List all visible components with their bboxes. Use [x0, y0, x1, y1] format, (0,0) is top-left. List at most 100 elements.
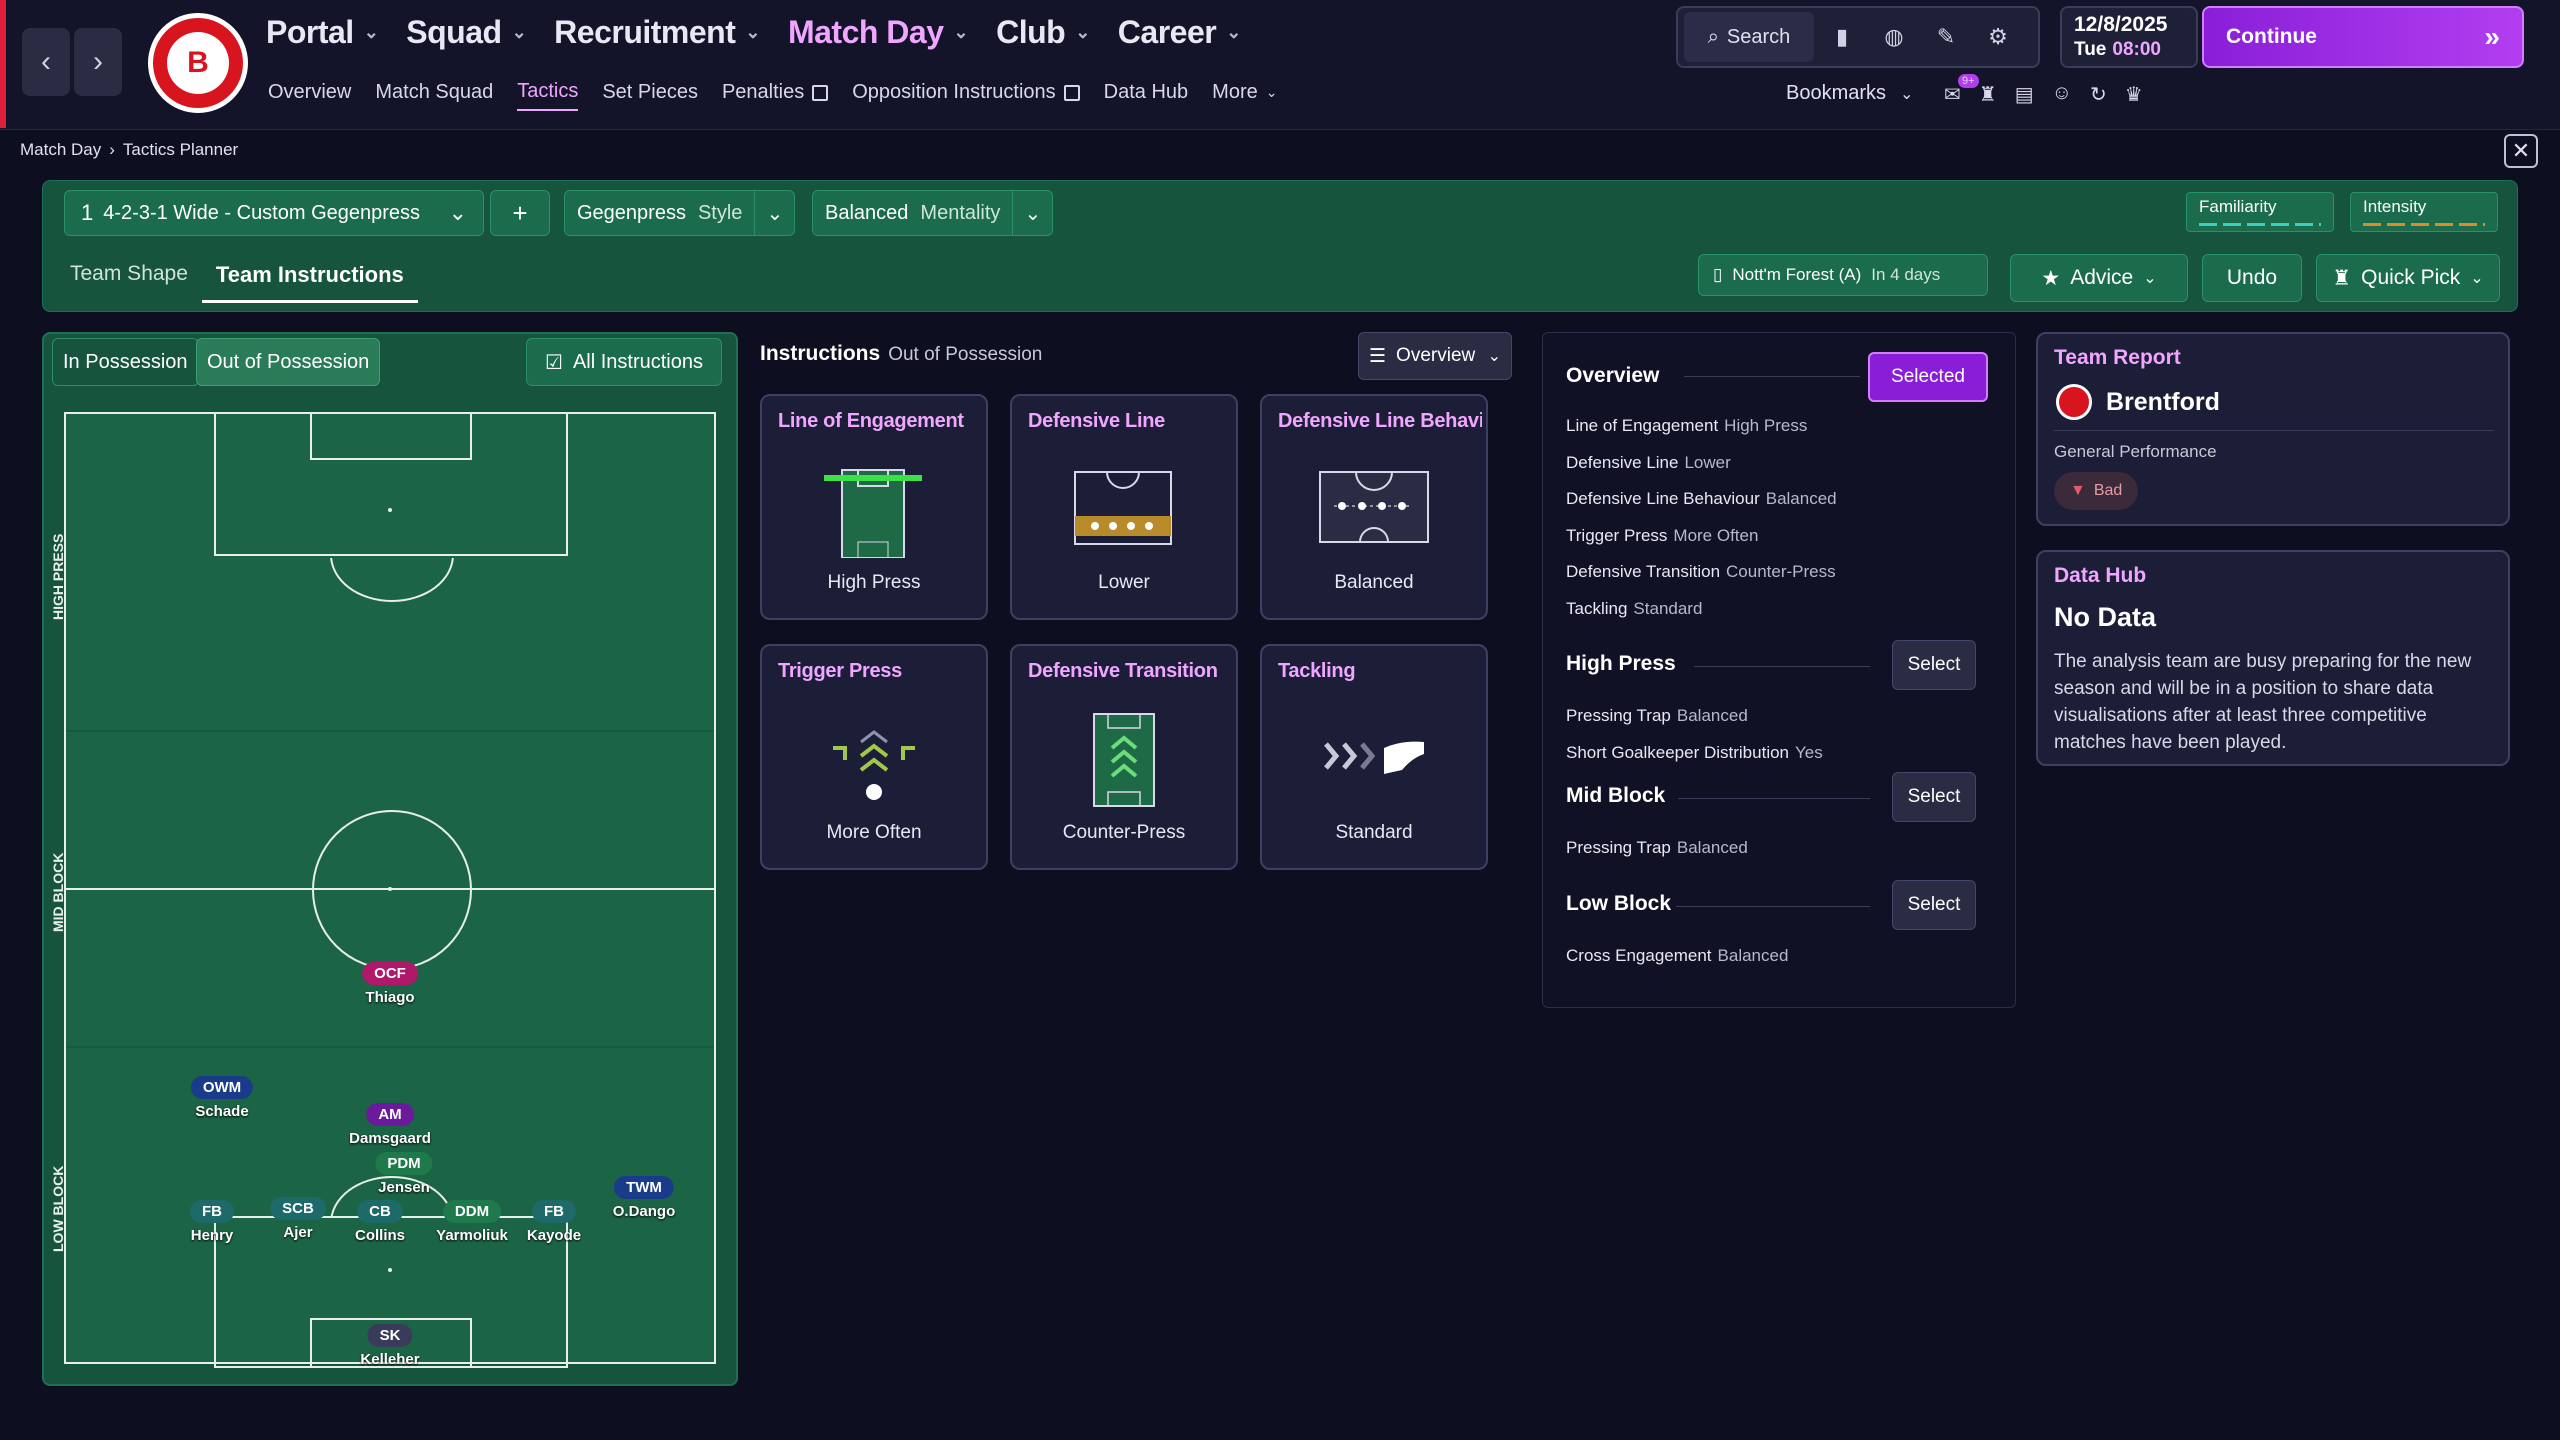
instructions-header: Instructions Out of Possession [760, 342, 1043, 365]
overview-row: Defensive Line Lower [1566, 453, 1731, 472]
nav-recruitment[interactable]: Recruitment ⌄ [554, 14, 760, 51]
player-name: Kelleher [360, 1351, 420, 1368]
style-select[interactable]: Gegenpress Style ⌄ [564, 190, 796, 236]
tab-team-shape[interactable]: Team Shape [56, 250, 202, 303]
tactics-pitch[interactable]: OCF Thiago OWM Schade AM Damsgaard PDM Jense… [64, 412, 716, 1368]
player-scb[interactable]: SCB Ajer [270, 1197, 326, 1241]
player-fb-left[interactable]: FB Henry [190, 1200, 234, 1244]
bee-icon: B [167, 32, 229, 94]
all-instructions-button[interactable]: ☑ All Instructions [526, 338, 722, 386]
tactic-tabs: Team Shape Team Instructions [56, 250, 418, 303]
instruction-card-defensive-line[interactable]: Defensive Line Lower [1010, 394, 1238, 620]
intensity-meter[interactable]: Intensity [2350, 192, 2498, 232]
external-link-icon [812, 84, 829, 101]
subnav-penalties[interactable]: Penalties [722, 81, 829, 110]
familiarity-meter[interactable]: Familiarity [2186, 192, 2334, 232]
next-match-info[interactable]: ▯ Nott'm Forest (A) In 4 days [1698, 254, 1988, 296]
thumbs-down-icon: ▼ [2070, 482, 2086, 499]
checklist-icon: ☑ [545, 351, 563, 374]
data-hub-heading: No Data [2054, 602, 2157, 632]
subnav-opposition-instructions[interactable]: Opposition Instructions [852, 81, 1080, 110]
subnav-tactics[interactable]: Tactics [517, 80, 579, 111]
subnav-overview[interactable]: Overview [268, 81, 351, 110]
in-possession-tab[interactable]: In Possession [52, 338, 199, 386]
nav-career[interactable]: Career ⌄ [1118, 14, 1241, 51]
out-of-possession-tab[interactable]: Out of Possession [196, 338, 381, 386]
forward-arrow-icon[interactable]: › [74, 28, 122, 96]
game-date[interactable]: 12/8/2025 Tue 08:00 [2060, 6, 2198, 68]
player-ddm[interactable]: DDM Yarmoliuk [436, 1200, 508, 1244]
subnav-match-squad[interactable]: Match Squad [375, 81, 493, 110]
pencil-icon[interactable]: ✎ [1922, 12, 1970, 62]
continue-button[interactable]: Continue» [2202, 6, 2524, 68]
bookmarks-dropdown[interactable]: Bookmarks ⌄ [1786, 82, 1913, 105]
player-name: Yarmoliuk [436, 1227, 508, 1244]
bookmark-icon[interactable]: ▮ [1818, 12, 1866, 62]
player-twm[interactable]: TWM O.Dango [613, 1176, 675, 1220]
overview-row: Pressing Trap Balanced [1566, 838, 1748, 857]
clipboard-icon[interactable]: ▤ [2015, 82, 2034, 107]
penalty-spot-top [388, 508, 392, 512]
add-tactic-button[interactable]: + [490, 190, 550, 236]
search-button[interactable]: ⌕ Search [1684, 12, 1814, 62]
staff-icon[interactable]: ☺ [2052, 82, 2072, 107]
inbox-icon[interactable]: ✉ 9+ [1944, 74, 1979, 107]
team-report-panel[interactable]: Team Report Brentford General Performanc… [2036, 332, 2510, 526]
view-select[interactable]: ☰ Overview ⌄ [1358, 332, 1512, 380]
overview-row: Cross Engagement Balanced [1566, 946, 1789, 965]
instruction-card-line-of-engagement[interactable]: Line of Engagement High Press [760, 394, 988, 620]
chevron-right-icon: › [109, 140, 115, 159]
low-block-select-button[interactable]: Select [1892, 880, 1976, 930]
low-block-title: Low Block [1566, 892, 1672, 915]
trophy-icon[interactable]: ♛ [2125, 82, 2143, 107]
selected-button[interactable]: Selected [1868, 352, 1988, 402]
tab-team-instructions[interactable]: Team Instructions [201, 250, 418, 303]
advice-button[interactable]: ★ Advice ⌄ [2010, 254, 2188, 302]
globe-icon[interactable]: ◍ [1870, 12, 1918, 62]
formation-select[interactable]: 1 4-2-3-1 Wide - Custom Gegenpress ⌄ [64, 190, 484, 236]
instruction-card-defensive-line-behaviour[interactable]: Defensive Line Behaviour Balanced [1260, 394, 1488, 620]
high-press-select-button[interactable]: Select [1892, 640, 1976, 690]
opponent-name: Nott'm Forest (A) [1732, 265, 1862, 284]
mentality-select[interactable]: Balanced Mentality ⌄ [812, 190, 1054, 236]
role-badge: SK [367, 1324, 413, 1347]
nav-club[interactable]: Club ⌄ [996, 14, 1090, 51]
chevron-down-icon: ⌄ [2143, 270, 2157, 287]
back-arrow-icon[interactable]: ‹ [22, 28, 70, 96]
refresh-icon[interactable]: ↻ [2090, 82, 2107, 107]
data-hub-panel[interactable]: Data Hub No Data The analysis team are b… [2036, 550, 2510, 766]
quick-pick-button[interactable]: ♜ Quick Pick ⌄ [2316, 254, 2500, 302]
player-sk[interactable]: SK Kelleher [360, 1324, 420, 1368]
club-crest-logo[interactable]: B [148, 13, 248, 113]
data-hub-title: Data Hub [2054, 564, 2147, 587]
mid-block-select-button[interactable]: Select [1892, 772, 1976, 822]
instruction-card-defensive-transition[interactable]: Defensive Transition Counter-Press [1010, 644, 1238, 870]
breadcrumb-parent[interactable]: Match Day [20, 140, 101, 160]
player-name: Kayode [526, 1227, 582, 1244]
player-cb[interactable]: CB Collins [355, 1200, 405, 1244]
overview-row: Trigger Press More Often [1566, 526, 1759, 545]
instruction-card-tackling[interactable]: Tackling Standard [1260, 644, 1488, 870]
team-name: Brentford [2106, 387, 2220, 416]
subnav-data-hub[interactable]: Data Hub [1104, 81, 1189, 110]
nav-squad[interactable]: Squad ⌄ [406, 14, 526, 51]
gear-icon[interactable]: ⚙ [1974, 12, 2022, 62]
undo-button[interactable]: Undo [2202, 254, 2302, 302]
player-pdm[interactable]: PDM Jensen [375, 1152, 433, 1196]
close-icon[interactable]: ✕ [2504, 134, 2538, 168]
instruction-card-trigger-press[interactable]: Trigger Press More Often [760, 644, 988, 870]
double-chevron-icon: » [2484, 21, 2500, 52]
role-badge: FB [190, 1200, 234, 1223]
player-am[interactable]: AM Damsgaard [349, 1103, 431, 1147]
nav-portal[interactable]: Portal ⌄ [266, 14, 379, 51]
player-ocf[interactable]: OCF Thiago [362, 962, 418, 1006]
player-fb-right[interactable]: FB Kayode [527, 1200, 581, 1244]
player-owm[interactable]: OWM Schade [190, 1076, 254, 1120]
nav-match-day[interactable]: Match Day ⌄ [788, 14, 969, 51]
line-behaviour-icon [1319, 471, 1429, 543]
subnav-set-pieces[interactable]: Set Pieces [602, 81, 698, 110]
list-icon: ☰ [1369, 345, 1387, 367]
player-name: Schade [195, 1103, 249, 1120]
subnav-more[interactable]: More ⌄ [1212, 81, 1277, 110]
shirt-icon[interactable]: ♜ [1979, 82, 1997, 107]
